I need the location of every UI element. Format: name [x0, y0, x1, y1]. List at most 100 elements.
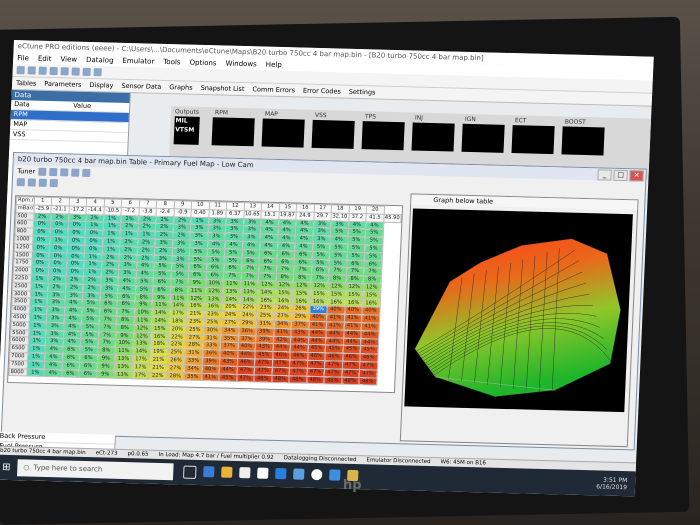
maximize-button[interactable]: □ — [613, 169, 628, 182]
datalog-icon[interactable] — [82, 67, 91, 77]
fuel-cell[interactable]: 44% — [272, 343, 291, 352]
fuel-cell[interactable]: 45% — [307, 344, 326, 353]
fuel-cell[interactable]: 47% — [289, 367, 307, 376]
new-file-icon[interactable] — [16, 66, 25, 75]
fuel-cell[interactable]: 44% — [237, 350, 256, 359]
data-row-vss[interactable]: VSS — [9, 129, 129, 144]
display-button[interactable]: Display — [89, 81, 113, 90]
fuel-cell[interactable]: 22% — [167, 333, 186, 342]
menu-tools[interactable]: Tools — [163, 56, 181, 68]
fuel-cell[interactable]: 41% — [326, 313, 345, 323]
fuel-cell[interactable]: 48% — [306, 375, 325, 385]
fuel-cell[interactable]: 14% — [151, 317, 170, 326]
fuel-cell[interactable]: 46% — [359, 353, 378, 363]
fuel-cell[interactable]: 11% — [169, 294, 188, 303]
fuel-cell[interactable]: 27% — [185, 333, 204, 342]
fuel-cell[interactable]: 16% — [344, 298, 363, 308]
fuel-cell[interactable]: 24% — [221, 311, 240, 320]
menu-edit[interactable]: Edit — [38, 53, 52, 65]
fuel-cell[interactable]: 47% — [289, 359, 308, 369]
fuel-cell[interactable]: 18% — [150, 340, 168, 349]
fuel-cell[interactable]: 41% — [361, 322, 379, 331]
fuel-cell[interactable]: 13% — [114, 362, 132, 372]
menu-datalog[interactable]: Datalog — [86, 54, 114, 67]
fuel-cell[interactable]: 13% — [204, 295, 223, 304]
fuel-cell[interactable]: 48% — [253, 374, 272, 383]
upload-icon[interactable] — [93, 68, 102, 77]
tuner-dropdown[interactable]: Tuner — [17, 167, 35, 175]
fuel-cell[interactable]: 25% — [256, 312, 275, 321]
flip-icon[interactable] — [27, 177, 36, 187]
fuel-cell[interactable]: 10% — [134, 308, 152, 318]
fuel-cell[interactable]: 15% — [292, 289, 311, 298]
fuel-cell[interactable]: 13% — [240, 288, 258, 297]
arrow-icon[interactable] — [16, 177, 25, 186]
fuel-cell[interactable]: 12% — [205, 287, 223, 296]
fuel-cell[interactable]: 45% — [325, 345, 343, 354]
fuel-cell[interactable]: 13% — [132, 340, 151, 349]
fuel-cell[interactable]: 47% — [271, 359, 290, 368]
fuel-cell[interactable]: 23% — [186, 318, 205, 327]
fuel-cell[interactable]: 47% — [306, 360, 325, 369]
menu-emulator[interactable]: Emulator — [122, 55, 154, 68]
fuel-cell[interactable]: 47% — [324, 360, 343, 369]
fuel-cell[interactable]: 44% — [290, 336, 309, 345]
fuel-cell[interactable]: 40% — [219, 350, 238, 359]
fuel-cell[interactable]: 11% — [240, 280, 259, 289]
menu-options[interactable]: Options — [189, 57, 217, 70]
fuel-cell[interactable]: 14% — [222, 295, 241, 304]
fuel-cell[interactable]: 16% — [309, 297, 328, 307]
fuel-cell[interactable]: 25% — [203, 318, 222, 327]
fuel-cell[interactable]: 20% — [168, 325, 187, 334]
fuel-cell[interactable]: 46% — [324, 352, 343, 362]
fuel-cell[interactable]: 12% — [362, 283, 381, 292]
fuel-cell[interactable]: 46% — [342, 353, 361, 362]
start-icon[interactable]: ⊞ — [0, 455, 18, 481]
fuel-cell[interactable]: 28% — [166, 372, 185, 381]
fuel-cell[interactable]: 18% — [168, 317, 187, 326]
fuel-cell[interactable]: 40% — [326, 306, 345, 315]
fuel-cell[interactable]: 47% — [236, 366, 255, 375]
fuel-cell[interactable]: 15% — [327, 290, 346, 299]
fuel-cell[interactable]: 16% — [362, 299, 380, 308]
fuel-cell[interactable]: 39% — [255, 335, 274, 344]
fuel-cell[interactable]: 43% — [255, 343, 273, 352]
fuel-cell[interactable]: 41% — [343, 314, 362, 323]
fuel-cell[interactable]: 12% — [275, 281, 294, 290]
fuel-cell[interactable]: 11% — [151, 301, 170, 310]
fuel-cell[interactable]: 44% — [360, 338, 379, 347]
fuel-cell[interactable]: 25% — [185, 325, 204, 335]
menu-view[interactable]: View — [60, 53, 77, 65]
fuel-cell[interactable]: 30% — [203, 326, 222, 335]
fuel-cell[interactable]: 17% — [131, 363, 150, 372]
connect-icon[interactable] — [71, 67, 80, 76]
fuel-cell[interactable]: 12% — [310, 282, 329, 291]
parameters-button[interactable]: Parameters — [44, 80, 82, 89]
paste-icon[interactable] — [49, 167, 58, 176]
fuel-cell[interactable]: 13% — [114, 355, 133, 364]
fuel-cell[interactable]: 16% — [204, 302, 223, 312]
fuel-cell[interactable]: 4% — [43, 368, 62, 378]
fuel-cell[interactable]: 48% — [341, 376, 360, 385]
fuel-cell[interactable]: 16% — [257, 296, 275, 305]
fuel-cell[interactable]: 26% — [166, 356, 185, 365]
system-clock[interactable]: 3:51 PM 6/16/2019 — [596, 476, 635, 491]
menu-help[interactable]: Help — [266, 59, 282, 71]
fuel-cell[interactable]: 47% — [254, 358, 273, 368]
fuel-cell[interactable]: 23% — [204, 310, 222, 319]
fuel-cell[interactable]: 45% — [254, 351, 273, 360]
fuel-cell[interactable]: 12% — [187, 294, 206, 303]
fuel-cell[interactable]: 13% — [222, 287, 241, 297]
fuel-cell[interactable]: 16% — [186, 302, 205, 311]
fuel-cell[interactable]: 44% — [360, 330, 379, 339]
fuel-cell[interactable]: 16% — [150, 332, 169, 341]
fuel-cell[interactable]: 34% — [273, 320, 292, 329]
fuel-cell[interactable]: 22% — [239, 303, 258, 313]
fuel-cell[interactable]: 6% — [61, 369, 80, 378]
redo-icon[interactable] — [60, 67, 69, 76]
fuel-cell[interactable]: 11% — [187, 286, 206, 296]
fuel-cell[interactable]: 39% — [201, 357, 220, 366]
fuel-cell[interactable]: 31% — [184, 349, 203, 358]
fuel-cell[interactable]: 34% — [184, 364, 202, 374]
fuel-cell[interactable]: 39% — [255, 327, 274, 336]
